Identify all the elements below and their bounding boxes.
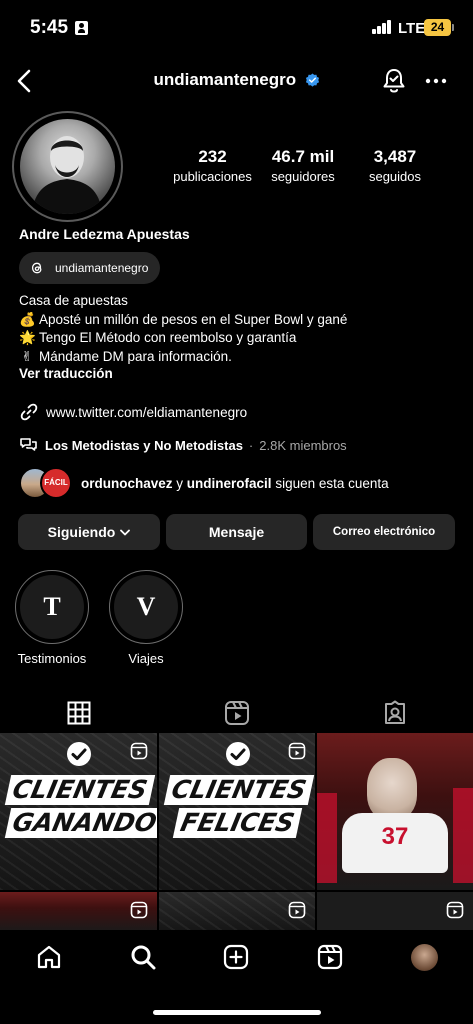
network-label: LTE — [398, 20, 426, 37]
search-icon[interactable] — [130, 944, 156, 970]
threads-icon — [31, 262, 42, 274]
battery-icon: 24 — [424, 19, 454, 36]
external-link[interactable]: www.twitter.com/eldiamantenegro — [19, 402, 247, 422]
follower-name: undinerofacil — [186, 475, 272, 491]
post-title: CLIENTES FELICES — [163, 775, 314, 841]
pinned-check-icon — [67, 742, 91, 766]
verified-badge-icon — [305, 72, 319, 87]
grid-post[interactable] — [159, 892, 315, 930]
chevron-down-icon — [120, 529, 131, 535]
threads-handle: undiamantenegro — [55, 261, 149, 275]
followed-by[interactable]: FÁCIL ordunochavez y undinerofacil sigue… — [19, 467, 389, 499]
money-bag-icon: 💰 — [19, 311, 36, 327]
highlight-label: Viajes — [128, 651, 164, 666]
broadcast-channel[interactable]: Los Metodistas y No Metodistas · 2.8K mi… — [19, 436, 347, 454]
more-options-icon[interactable] — [425, 78, 447, 84]
profile-nav-avatar[interactable] — [411, 944, 438, 971]
posts-grid: CLIENTES GANANDO CLIENTES FELICES 37 — [0, 733, 473, 930]
status-time: 5:45 — [30, 17, 69, 38]
pinned-check-icon — [226, 742, 250, 766]
link-text: www.twitter.com/eldiamantenegro — [46, 404, 248, 420]
highlight-cover: T — [20, 575, 84, 639]
grid-post[interactable] — [317, 892, 473, 930]
stat-posts[interactable]: 232 publicaciones — [160, 147, 265, 184]
follower-avatar: FÁCIL — [40, 467, 72, 499]
bio: Casa de apuestas 💰 Aposté un millón de pe… — [19, 292, 347, 366]
reel-icon — [130, 901, 148, 919]
stat-following[interactable]: 3,487 seguidos — [355, 147, 435, 184]
status-bar: 5:45 LTE 24 — [0, 0, 473, 56]
home-icon[interactable] — [36, 944, 62, 970]
display-name: Andre Ledezma Apuestas — [19, 226, 190, 242]
grid-post[interactable] — [0, 892, 157, 930]
grid-post[interactable]: CLIENTES FELICES — [159, 733, 315, 890]
star-icon: 🌟 — [19, 330, 36, 345]
home-indicator — [153, 1010, 321, 1015]
signal-icon — [372, 20, 392, 34]
bio-line: 💰 Aposté un millón de pesos en el Super B… — [19, 311, 347, 330]
grid-post[interactable]: 37 — [317, 733, 473, 890]
bio-line: Casa de apuestas — [19, 293, 128, 308]
channel-members: 2.8K miembros — [259, 437, 347, 453]
reels-icon — [224, 700, 249, 725]
threads-badge-button[interactable]: undiamantenegro — [19, 252, 161, 284]
highlight-cover: V — [114, 575, 178, 639]
following-button[interactable]: Siguiendo — [18, 514, 160, 550]
jersey-number: 37 — [381, 823, 409, 850]
email-button[interactable]: Correo electrónico — [313, 514, 455, 550]
bio-line: 🌟 Tengo El Método con reembolso y garantí… — [19, 329, 347, 348]
channel-separator: · — [248, 437, 254, 453]
reels-nav-icon[interactable] — [317, 944, 343, 970]
message-button[interactable]: Mensaje — [166, 514, 307, 550]
stat-followers[interactable]: 46.7 mil seguidores — [263, 147, 343, 184]
create-post-icon[interactable] — [223, 944, 249, 970]
tab-reels[interactable] — [158, 690, 315, 735]
profile-stats: 232 publicaciones 46.7 mil seguidores 3,… — [160, 147, 460, 187]
tab-grid[interactable] — [0, 690, 157, 735]
reel-icon — [130, 742, 148, 760]
victory-hand-icon: ✌ — [21, 348, 33, 364]
reel-icon — [288, 901, 306, 919]
focus-person-icon — [75, 21, 88, 35]
bottom-navigation — [0, 930, 473, 1024]
profile-tabs — [0, 690, 473, 735]
post-title: CLIENTES GANANDO — [4, 775, 157, 841]
highlight-label: Testimonios — [17, 651, 87, 666]
highlight-testimonios[interactable]: T Testimonios — [14, 570, 90, 666]
tab-tagged[interactable] — [316, 690, 473, 735]
channel-chat-icon — [20, 438, 37, 451]
avatar-photo — [32, 136, 102, 214]
link-icon — [20, 403, 38, 421]
channel-name: Los Metodistas y No Metodistas — [45, 437, 243, 453]
grid-icon — [67, 701, 90, 724]
reel-icon — [446, 901, 464, 919]
see-translation-link[interactable]: Ver traducción — [19, 366, 113, 381]
profile-header: undiamantenegro — [0, 60, 473, 104]
bio-line: ✌ Mándame DM para información. — [19, 348, 347, 367]
post-photo — [367, 758, 417, 820]
tagged-icon — [384, 700, 405, 724]
profile-avatar[interactable] — [12, 111, 123, 222]
highlight-viajes[interactable]: V Viajes — [108, 570, 184, 666]
username-title: undiamantenegro — [153, 70, 297, 89]
notification-bell-icon[interactable] — [381, 67, 407, 95]
follower-name: ordunochavez — [81, 475, 173, 491]
reel-icon — [288, 742, 306, 760]
grid-post[interactable]: CLIENTES GANANDO — [0, 733, 157, 890]
